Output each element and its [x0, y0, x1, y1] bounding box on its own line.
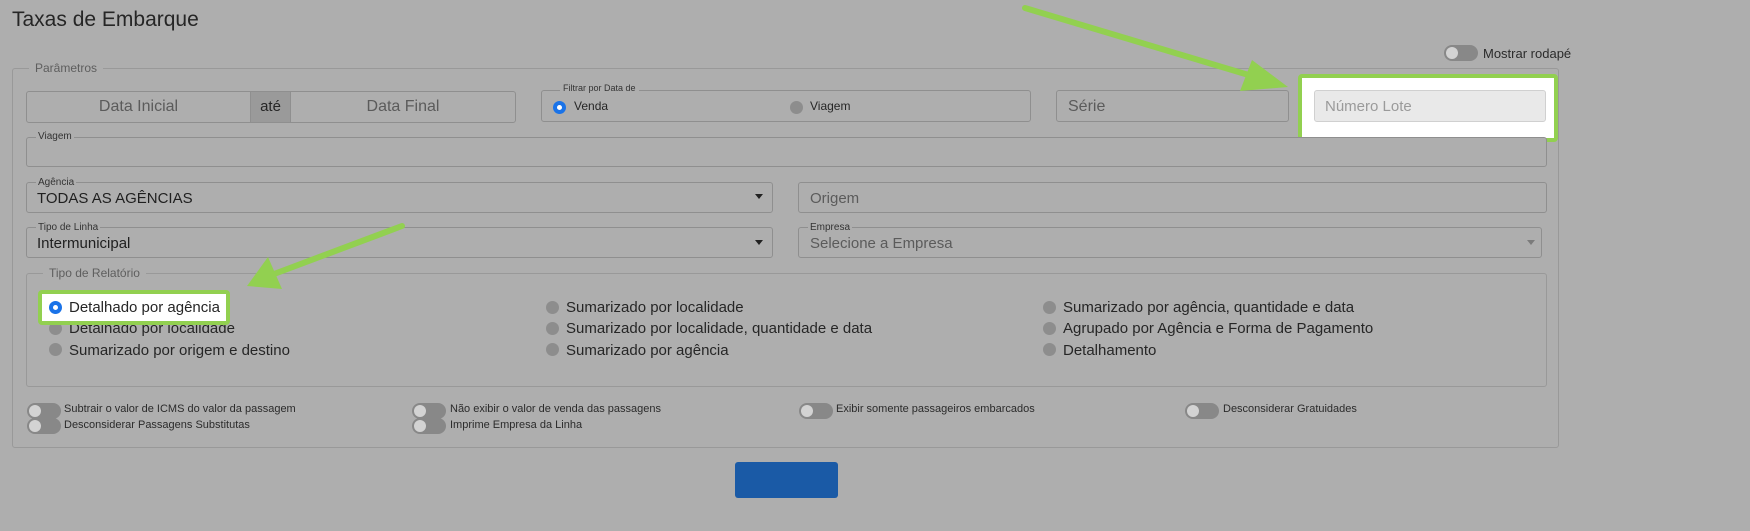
desconsiderar-gratuidades-label: Desconsiderar Gratuidades [1223, 403, 1357, 415]
report-detalhamento-radio[interactable] [1043, 343, 1056, 356]
tipo-linha-select[interactable] [26, 227, 773, 258]
imprime-empresa-label: Imprime Empresa da Linha [450, 419, 583, 431]
empresa-chevron-down-icon [1527, 240, 1535, 245]
report-sumarizado-agencia-label: Sumarizado por agência [566, 342, 729, 359]
date-filter-viagem-radio[interactable] [790, 101, 803, 114]
report-sumarizado-localidade-qtd-data-radio[interactable] [546, 322, 559, 335]
somente-embarcados-label: Exibir somente passageiros embarcados [836, 403, 1035, 415]
agencia-chevron-down-icon [755, 194, 763, 199]
report-sumarizado-agencia-radio[interactable] [546, 343, 559, 356]
page-title: Taxas de Embarque [12, 8, 199, 31]
report-type-legend: Tipo de Relatório [49, 266, 140, 280]
somente-embarcados-toggle[interactable] [799, 403, 833, 419]
tipo-linha-value: Intermunicipal [37, 235, 131, 252]
empresa-placeholder: Selecione a Empresa [810, 235, 953, 252]
report-sumarizado-localidade-qtd-data-label: Sumarizado por localidade, quantidade e … [566, 320, 873, 337]
end-date-input[interactable]: Data Final [291, 98, 515, 116]
tipo-linha-chevron-down-icon [755, 240, 763, 245]
report-agrupado-agencia-pagamento-radio[interactable] [1043, 322, 1056, 335]
tipo-linha-label: Tipo de Linha [36, 222, 101, 233]
desconsiderar-substitutas-toggle[interactable] [27, 418, 61, 434]
agencia-label: Agência [36, 177, 77, 188]
subtrair-icms-toggle[interactable] [27, 403, 61, 419]
origem-placeholder: Origem [810, 190, 860, 207]
desconsiderar-substitutas-label: Desconsiderar Passagens Substitutas [64, 419, 250, 431]
empresa-label: Empresa [808, 222, 853, 233]
subtrair-icms-label: Subtrair o valor de ICMS do valor da pas… [64, 403, 296, 415]
agencia-value: TODAS AS AGÊNCIAS [37, 190, 193, 207]
submit-button[interactable] [735, 462, 838, 498]
origem-input[interactable] [798, 182, 1547, 213]
nao-exibir-venda-label: Não exibir o valor de venda das passagen… [450, 403, 661, 415]
footer-toggle-label: Mostrar rodapé [1483, 46, 1572, 61]
date-range-separator: até [250, 92, 291, 122]
date-filter-label: Filtrar por Data de [560, 83, 639, 93]
report-detalhado-agencia-label: Detalhado por agência [69, 299, 220, 316]
params-legend: Parâmetros [35, 61, 98, 75]
desconsiderar-gratuidades-toggle[interactable] [1185, 403, 1219, 419]
date-filter-venda-radio[interactable] [553, 101, 566, 114]
viagem-input[interactable] [26, 137, 1547, 167]
serie-placeholder: Série [1068, 98, 1106, 115]
report-detalhado-agencia-radio[interactable] [49, 301, 62, 314]
footer-toggle[interactable] [1444, 45, 1478, 61]
report-sumarizado-localidade-radio[interactable] [546, 301, 559, 314]
date-filter-group [541, 90, 1031, 122]
report-detalhamento-label: Detalhamento [1063, 342, 1157, 359]
imprime-empresa-toggle[interactable] [412, 418, 446, 434]
report-sumarizado-agencia-qtd-data-radio[interactable] [1043, 301, 1056, 314]
report-sumarizado-origem-destino-radio[interactable] [49, 343, 62, 356]
report-sumarizado-origem-destino-label: Sumarizado por origem e destino [69, 342, 290, 359]
report-sumarizado-agencia-qtd-data-label: Sumarizado por agência, quantidade e dat… [1063, 299, 1355, 316]
report-agrupado-agencia-pagamento-label: Agrupado por Agência e Forma de Pagament… [1063, 320, 1374, 337]
lote-placeholder: Número Lote [1325, 98, 1412, 115]
nao-exibir-venda-toggle[interactable] [412, 403, 446, 419]
start-date-input[interactable]: Data Inicial [27, 98, 250, 116]
report-sumarizado-localidade-label: Sumarizado por localidade [566, 299, 744, 316]
date-filter-venda-label: Venda [574, 99, 609, 113]
viagem-label: Viagem [36, 131, 74, 142]
date-filter-viagem-label: Viagem [810, 99, 851, 113]
